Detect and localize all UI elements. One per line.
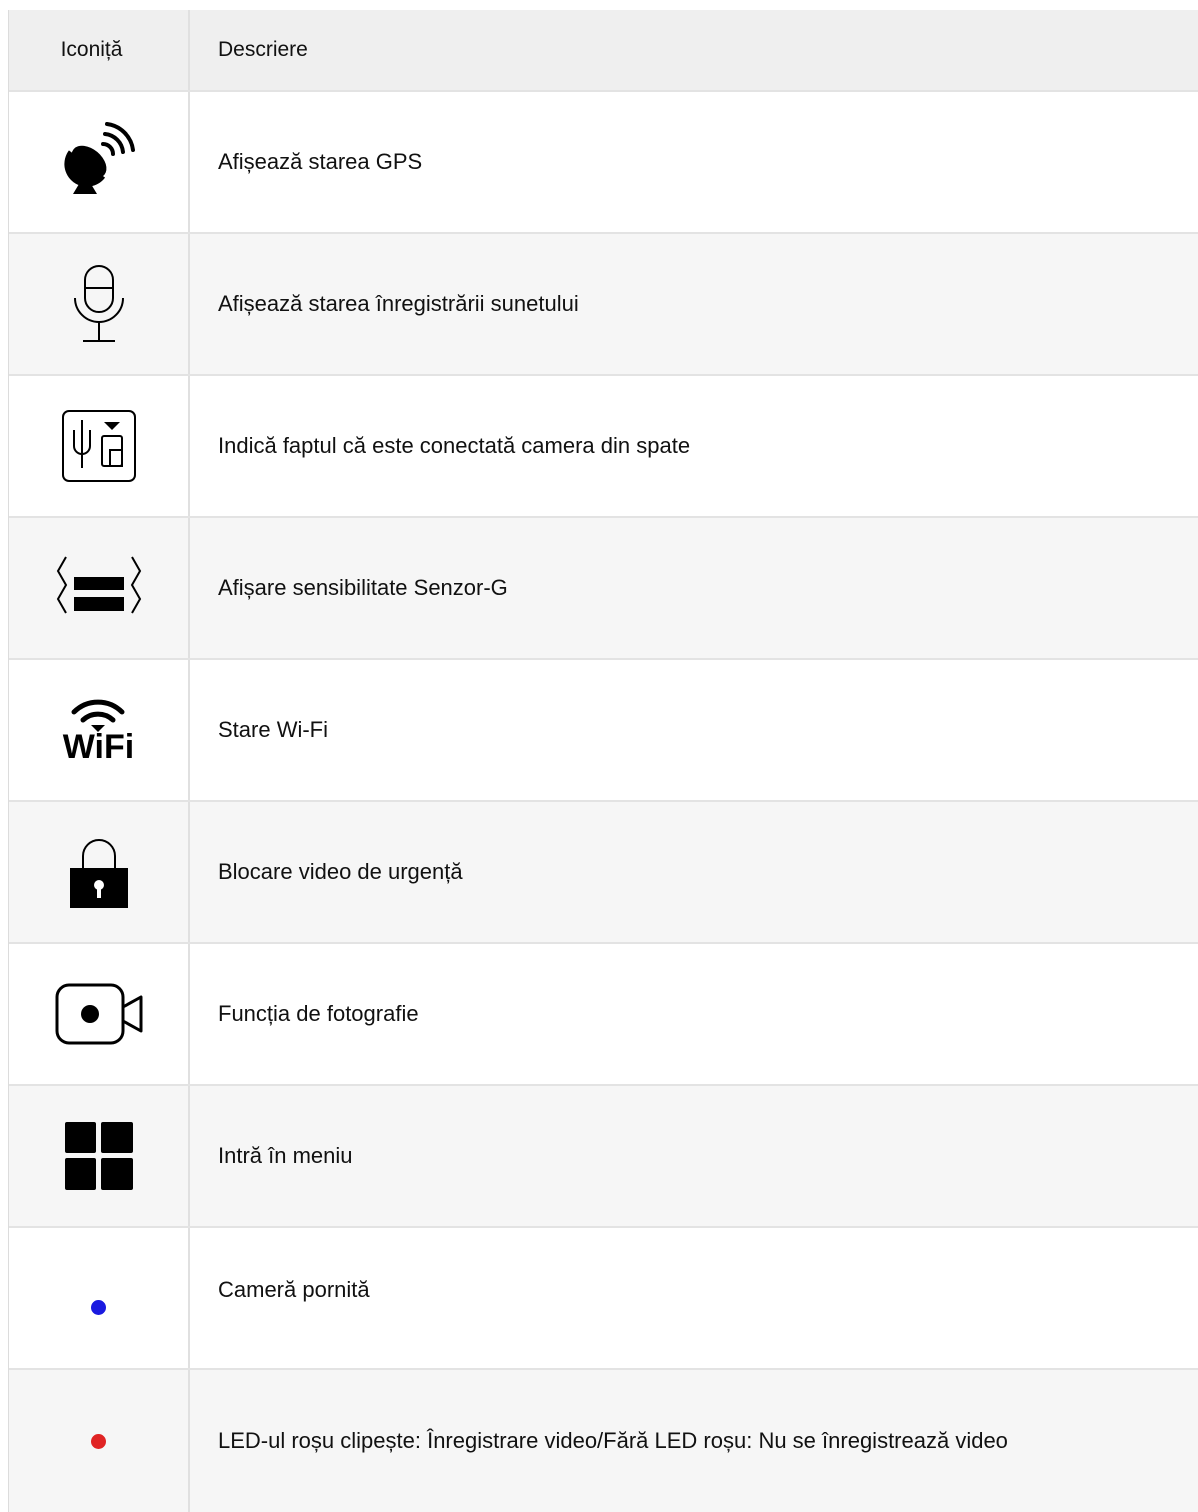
header-icon-column: Iconiță — [9, 10, 190, 90]
blue-dot-icon — [91, 1299, 106, 1315]
table-row: Indică faptul că este conectată camera d… — [9, 376, 1198, 518]
table-row: Cameră pornită — [9, 1228, 1198, 1370]
microphone-icon — [73, 265, 124, 342]
table-row: Blocare video de urgență — [9, 802, 1198, 944]
satellite-dish-icon — [63, 122, 135, 194]
red-dot-icon — [91, 1433, 106, 1449]
lock-icon — [69, 839, 128, 908]
g-sensor-icon — [56, 556, 141, 614]
header-description-column: Descriere — [218, 38, 308, 61]
row-description: Intră în meniu — [218, 1143, 353, 1168]
table-header: Iconiță Descriere — [9, 10, 1198, 92]
row-description: Afișare sensibilitate Senzor-G — [218, 575, 508, 600]
table-row: Afișează starea înregistrării sunetului — [9, 234, 1198, 376]
row-description: LED-ul roșu clipește: Înregistrare video… — [218, 1428, 1008, 1453]
table-row: Funcția de fotografie — [9, 944, 1198, 1086]
row-description: Stare Wi-Fi — [218, 717, 328, 742]
table-row: LED-ul roșu clipește: Înregistrare video… — [9, 1370, 1198, 1512]
icon-table: Iconiță Descriere Afișează starea GPS Af… — [8, 10, 1198, 1512]
row-description: Afișează starea GPS — [218, 149, 423, 174]
row-description: Afișează starea înregistrării sunetului — [218, 291, 579, 316]
table-row: Intră în meniu — [9, 1086, 1198, 1228]
table-row: Afișare sensibilitate Senzor-G — [9, 518, 1198, 660]
rear-camera-icon — [61, 410, 136, 482]
wifi-icon: WiFi — [62, 698, 135, 766]
row-description: Indică faptul că este conectată camera d… — [218, 433, 691, 458]
row-description: Cameră pornită — [218, 1277, 370, 1302]
table-row: WiFi Stare Wi-Fi — [9, 660, 1198, 802]
row-description: Blocare video de urgență — [218, 859, 463, 884]
menu-grid-icon — [64, 1122, 133, 1190]
table-row: Afișează starea GPS — [9, 92, 1198, 234]
row-description: Funcția de fotografie — [218, 1001, 419, 1026]
video-camera-icon — [55, 983, 142, 1045]
wifi-icon-label: WiFi — [62, 728, 135, 766]
